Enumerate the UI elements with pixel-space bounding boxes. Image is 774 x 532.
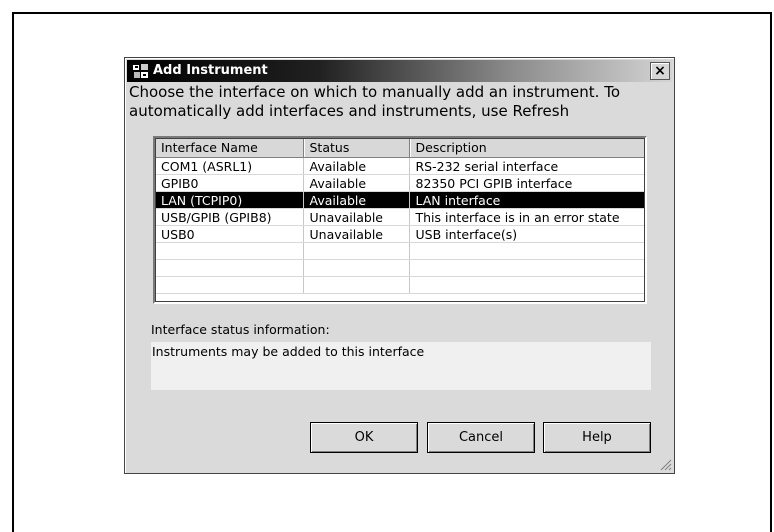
table-cell-empty xyxy=(303,242,410,260)
table-header-row: Interface Name Status Description xyxy=(155,138,645,158)
table-cell-empty xyxy=(303,276,410,294)
status-info-box: Instruments may be added to this interfa… xyxy=(151,342,651,390)
ok-button[interactable]: OK xyxy=(310,422,418,453)
instructions-line-1: Choose the interface on which to manuall… xyxy=(129,83,621,101)
table-cell-status: Unavailable xyxy=(303,225,410,243)
table-cell-status: Available xyxy=(303,174,410,192)
interface-table[interactable]: Interface Name Status Description COM1 (… xyxy=(153,136,647,304)
table-cell-empty xyxy=(409,276,645,294)
column-header-description[interactable]: Description xyxy=(409,138,645,158)
table-row-empty xyxy=(155,242,645,260)
column-header-interface-name[interactable]: Interface Name xyxy=(155,138,304,158)
instructions-text: Choose the interface on which to manuall… xyxy=(129,83,649,121)
help-button[interactable]: Help xyxy=(543,422,651,453)
cancel-button[interactable]: Cancel xyxy=(427,422,535,453)
table-cell-status: Available xyxy=(303,157,410,175)
table-row[interactable]: USB0 Unavailable USB interface(s) xyxy=(155,225,645,243)
table-cell-description: USB interface(s) xyxy=(409,225,645,243)
instrument-icon xyxy=(133,64,148,78)
close-icon: × xyxy=(654,63,666,79)
table-row-empty xyxy=(155,259,645,277)
table-cell-name: LAN (TCPIP0) xyxy=(155,191,304,209)
resize-grip-icon[interactable] xyxy=(658,457,672,471)
add-instrument-dialog: Add Instrument × Choose the interface on… xyxy=(124,57,675,474)
table-cell-empty xyxy=(409,242,645,260)
table-cell-status: Unavailable xyxy=(303,208,410,226)
title-bar[interactable]: Add Instrument × xyxy=(127,60,672,82)
table-cell-name: USB/GPIB (GPIB8) xyxy=(155,208,304,226)
table-cell-description: 82350 PCI GPIB interface xyxy=(409,174,645,192)
table-row[interactable]: USB/GPIB (GPIB8) Unavailable This interfac… xyxy=(155,208,645,226)
table-cell-empty xyxy=(409,259,645,277)
close-button[interactable]: × xyxy=(650,62,670,80)
table-cell-empty xyxy=(303,259,410,277)
table-cell-name: USB0 xyxy=(155,225,304,243)
instructions-line-2: automatically add interfaces and instrum… xyxy=(129,102,570,120)
table-row[interactable]: COM1 (ASRL1) Available RS-232 serial inter… xyxy=(155,157,645,175)
table-cell-name: GPIB0 xyxy=(155,174,304,192)
dialog-title: Add Instrument xyxy=(153,63,268,78)
table-cell-description: This interface is in an error state xyxy=(409,208,645,226)
table-cell-empty xyxy=(155,242,304,260)
table-cell-empty xyxy=(155,259,304,277)
table-cell-description: LAN interface xyxy=(409,191,645,209)
table-cell-empty xyxy=(155,276,304,294)
table-cell-status: Available xyxy=(303,191,410,209)
table-cell-name: COM1 (ASRL1) xyxy=(155,157,304,175)
column-header-status[interactable]: Status xyxy=(303,138,410,158)
status-info-text: Instruments may be added to this interfa… xyxy=(152,344,425,359)
table-row-empty xyxy=(155,276,645,294)
table-cell-description: RS-232 serial interface xyxy=(409,157,645,175)
table-row[interactable]: LAN (TCPIP0) Available LAN interface xyxy=(155,191,645,209)
table-row[interactable]: GPIB0 Available 82350 PCI GPIB interface xyxy=(155,174,645,192)
status-info-label: Interface status information: xyxy=(151,322,330,337)
